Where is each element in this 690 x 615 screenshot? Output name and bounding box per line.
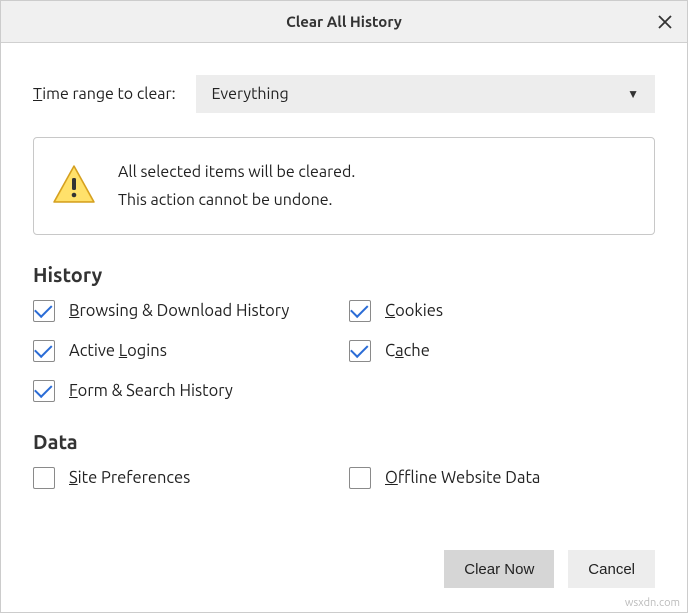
titlebar: Clear All History [1,1,687,43]
warning-box: All selected items will be cleared. This… [33,137,655,235]
history-checkbox-grid: Browsing & Download History Cookies Acti… [33,300,655,402]
checkbox-label-cookies: Cookies [385,302,443,320]
clear-history-dialog: Clear All History Time range to clear: E… [0,0,688,613]
checkbox-row-offline: Offline Website Data [349,467,655,489]
time-range-selected: Everything [212,85,289,103]
checkbox-row-form: Form & Search History [33,380,339,402]
data-checkbox-grid: Site Preferences Offline Website Data [33,467,655,489]
chevron-down-icon: ▼ [627,87,639,101]
checkbox-row-siteprefs: Site Preferences [33,467,339,489]
warning-line1: All selected items will be cleared. [118,158,355,186]
checkbox-browsing[interactable] [33,300,55,322]
data-section-header: Data [33,430,655,453]
dialog-title: Clear All History [286,13,402,30]
dialog-content: Time range to clear: Everything ▼ All se… [1,43,687,612]
checkbox-row-cookies: Cookies [349,300,655,322]
checkbox-offline[interactable] [349,467,371,489]
checkbox-row-logins: Active Logins [33,340,339,362]
warning-text: All selected items will be cleared. This… [118,158,355,214]
cancel-button[interactable]: Cancel [568,550,655,588]
close-icon [658,15,672,29]
watermark: wsxdn.com [625,597,680,609]
checkbox-siteprefs[interactable] [33,467,55,489]
close-button[interactable] [655,12,675,32]
checkbox-label-form: Form & Search History [69,382,233,400]
clear-now-button[interactable]: Clear Now [444,550,554,588]
time-range-row: Time range to clear: Everything ▼ [33,75,655,113]
checkbox-label-offline: Offline Website Data [385,469,540,487]
checkbox-cookies[interactable] [349,300,371,322]
checkbox-logins[interactable] [33,340,55,362]
checkbox-form[interactable] [33,380,55,402]
warning-line2: This action cannot be undone. [118,186,355,214]
checkbox-row-browsing: Browsing & Download History [33,300,339,322]
checkbox-cache[interactable] [349,340,371,362]
checkbox-label-browsing: Browsing & Download History [69,302,289,320]
checkbox-label-logins: Active Logins [69,342,167,360]
checkbox-label-cache: Cache [385,342,430,360]
button-row: Clear Now Cancel [33,550,655,596]
warning-icon [50,162,98,210]
time-range-label: Time range to clear: [33,85,176,103]
checkbox-label-siteprefs: Site Preferences [69,469,190,487]
checkbox-row-cache: Cache [349,340,655,362]
time-range-dropdown[interactable]: Everything ▼ [196,75,655,113]
history-section-header: History [33,263,655,286]
